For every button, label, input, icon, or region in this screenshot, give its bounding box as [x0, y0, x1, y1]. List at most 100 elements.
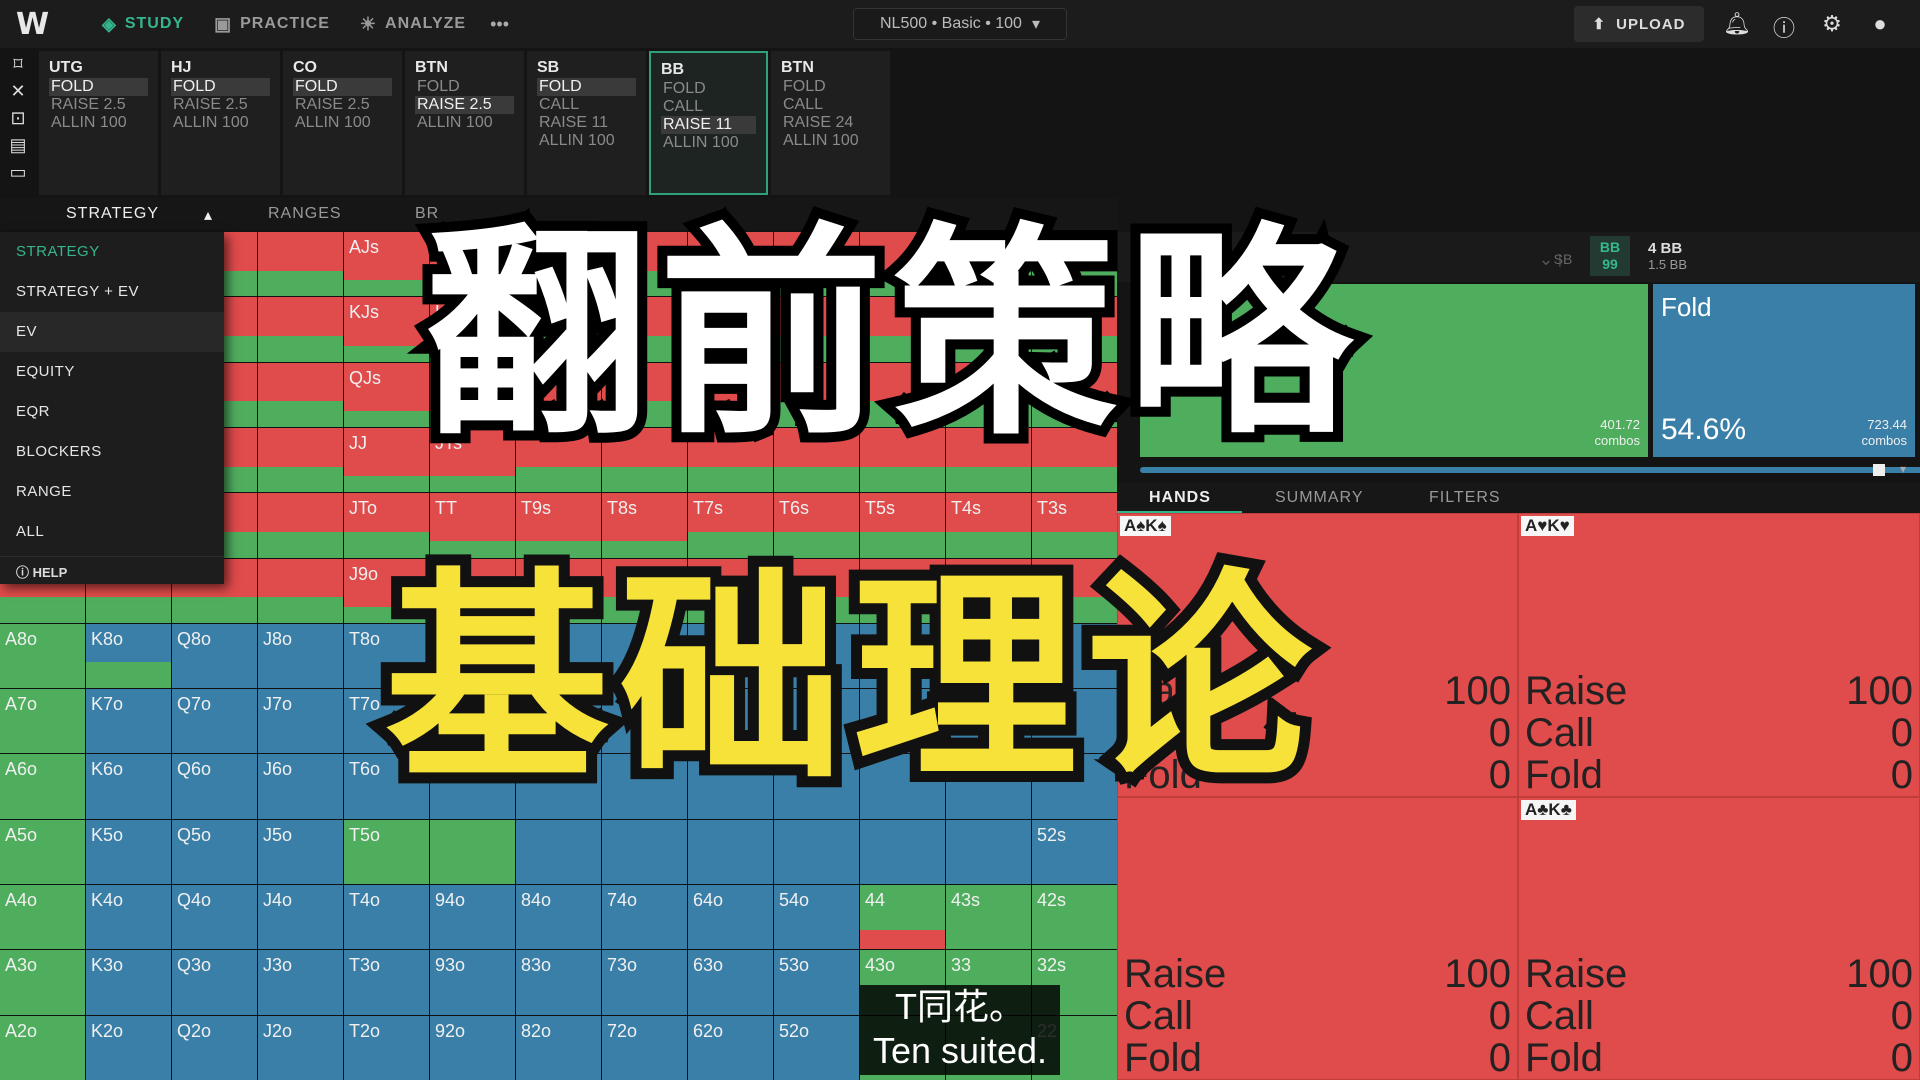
upload-button[interactable]: ⬆ UPLOAD [1574, 6, 1704, 42]
position-action[interactable]: RAISE 2.5 [415, 96, 514, 114]
matrix-cell[interactable]: J5o [258, 819, 343, 885]
matrix-cell[interactable] [602, 819, 687, 885]
position-action[interactable]: RAISE 2.5 [171, 96, 270, 114]
dropdown-help[interactable]: ⓘ HELP [0, 556, 224, 588]
bell-icon[interactable]: 🔔︎ [1723, 11, 1751, 37]
position-action[interactable]: RAISE 11 [537, 114, 636, 132]
matrix-cell[interactable]: 62o [688, 1015, 773, 1080]
matrix-cell[interactable]: 42s [1032, 885, 1117, 950]
matrix-cell[interactable] [860, 819, 945, 885]
position-action[interactable]: ALLIN 100 [781, 132, 880, 150]
position-action[interactable]: ALLIN 100 [49, 114, 148, 132]
position-action[interactable]: FOLD [293, 78, 392, 96]
matrix-cell[interactable]: A7o [0, 689, 85, 754]
fold-summary-box[interactable]: Fold 54.6% 723.44 combos [1653, 284, 1915, 457]
tab-filters[interactable]: FILTERS [1429, 489, 1501, 507]
matrix-cell[interactable]: A3o [0, 950, 85, 1015]
dropdown-item-blockers[interactable]: BLOCKERS [0, 432, 224, 472]
screenshot-icon[interactable]: ⊡ [10, 108, 25, 129]
matrix-cell[interactable]: J7o [258, 689, 343, 754]
position-action[interactable]: FOLD [49, 78, 148, 96]
slider-handle[interactable] [1873, 464, 1885, 476]
matrix-cell[interactable] [258, 362, 343, 427]
matrix-cell[interactable]: Q4o [172, 885, 257, 950]
matrix-cell[interactable]: J2o [258, 1015, 343, 1080]
position-action[interactable]: FOLD [781, 78, 880, 96]
position-btn[interactable]: BTN FOLD RAISE 2.5 ALLIN 100 [405, 51, 524, 195]
position-action[interactable]: FOLD [661, 80, 756, 98]
logo[interactable]: W [16, 7, 72, 42]
dropdown-item-strategy[interactable]: STRATEGY [0, 232, 224, 272]
pos-bb-chip[interactable]: BB 99 [1590, 236, 1630, 276]
tab-strategy[interactable]: STRATEGY [66, 205, 159, 223]
user-icon[interactable]: ● [1867, 11, 1893, 37]
position-action[interactable]: ALLIN 100 [415, 114, 514, 132]
position-action[interactable]: FOLD [171, 78, 270, 96]
position-action[interactable]: RAISE 11 [661, 116, 756, 134]
position-action[interactable]: FOLD [415, 78, 514, 96]
position-action[interactable]: CALL [661, 98, 756, 116]
position-sb[interactable]: SB FOLD CALL RAISE 11 ALLIN 100 [527, 51, 646, 195]
position-bb[interactable]: BB FOLD CALL RAISE 11 ALLIN 100 [649, 51, 768, 195]
position-action[interactable]: CALL [781, 96, 880, 114]
matrix-cell[interactable]: K4o [86, 885, 171, 950]
matrix-cell[interactable]: J3o [258, 950, 343, 1015]
bookmark-icon[interactable]: ⌑ [13, 54, 22, 75]
matrix-cell[interactable]: Q7o [172, 689, 257, 754]
position-action[interactable]: RAISE 24 [781, 114, 880, 132]
more-icon[interactable]: ••• [490, 14, 509, 35]
position-action[interactable]: RAISE 2.5 [293, 96, 392, 114]
position-action[interactable]: ALLIN 100 [171, 114, 270, 132]
pos-sb-chip[interactable]: SB [1545, 242, 1581, 276]
matrix-cell[interactable]: K7o [86, 689, 171, 754]
matrix-cell[interactable]: 43s [946, 885, 1031, 950]
nav-study[interactable]: ◈ STUDY [102, 0, 184, 48]
matrix-cell[interactable]: A8o [0, 623, 85, 689]
gear-icon[interactable]: ⚙ [1819, 11, 1845, 37]
game-selector[interactable]: NL500 • Basic • 100 ▾ [853, 8, 1067, 40]
matrix-cell[interactable]: A4o [0, 885, 85, 950]
matrix-cell[interactable]: 53o [774, 950, 859, 1015]
hand-card[interactable]: A♣K♣ Raise 100 Call 0 Fold 0 [1518, 797, 1920, 1080]
matrix-cell[interactable]: KJs [344, 297, 429, 362]
matrix-cell[interactable]: 72o [602, 1015, 687, 1080]
matrix-cell[interactable]: K2o [86, 1015, 171, 1080]
matrix-cell[interactable] [688, 819, 773, 885]
matrix-cell[interactable]: K3o [86, 950, 171, 1015]
matrix-cell[interactable]: AJs [344, 232, 429, 297]
matrix-cell[interactable]: QJs [344, 362, 429, 427]
matrix-cell[interactable]: T2o [344, 1015, 429, 1080]
matrix-cell[interactable]: 54o [774, 885, 859, 950]
matrix-cell[interactable]: JJ [344, 427, 429, 493]
matrix-cell[interactable] [258, 232, 343, 297]
position-action[interactable]: FOLD [537, 78, 636, 96]
position-hj[interactable]: HJ FOLD RAISE 2.5 ALLIN 100 [161, 51, 280, 195]
matrix-cell[interactable]: A2o [0, 1015, 85, 1080]
matrix-cell[interactable] [258, 427, 343, 493]
position-action[interactable]: CALL [537, 96, 636, 114]
matrix-cell[interactable]: 64o [688, 885, 773, 950]
matrix-cell[interactable] [258, 493, 343, 558]
matrix-cell[interactable]: Q3o [172, 950, 257, 1015]
matrix-cell[interactable]: K5o [86, 819, 171, 885]
nav-practice[interactable]: ▣ PRACTICE [214, 0, 330, 48]
matrix-cell[interactable]: K8o [86, 623, 171, 689]
matrix-cell[interactable]: 92o [430, 1015, 515, 1080]
matrix-cell[interactable]: T5o [344, 819, 429, 885]
matrix-cell[interactable] [946, 819, 1031, 885]
matrix-cell[interactable]: Q5o [172, 819, 257, 885]
position-utg[interactable]: UTG FOLD RAISE 2.5 ALLIN 100 [39, 51, 158, 195]
position-action[interactable]: RAISE 2.5 [49, 96, 148, 114]
position-action[interactable]: ALLIN 100 [661, 134, 756, 152]
dropdown-item-eqr[interactable]: EQR [0, 392, 224, 432]
matrix-cell[interactable]: 52o [774, 1015, 859, 1080]
matrix-cell[interactable]: 94o [430, 885, 515, 950]
chevron-up-icon[interactable]: ▴ [204, 205, 213, 225]
matrix-cell[interactable] [258, 297, 343, 362]
matrix-cell[interactable]: A6o [0, 754, 85, 819]
matrix-cell[interactable]: T3o [344, 950, 429, 1015]
matrix-cell[interactable]: 73o [602, 950, 687, 1015]
matrix-cell[interactable]: 83o [516, 950, 601, 1015]
matrix-cell[interactable]: Q8o [172, 623, 257, 689]
position-btn[interactable]: BTN FOLD CALL RAISE 24 ALLIN 100 [771, 51, 890, 195]
